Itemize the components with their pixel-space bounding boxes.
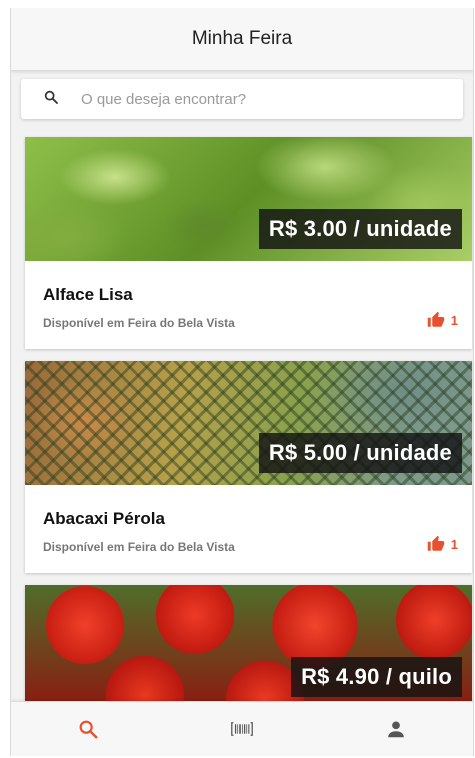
- person-icon: [388, 721, 404, 738]
- price-tag: R$ 3.00 / unidade: [258, 209, 462, 249]
- product-name: Abacaxi Pérola: [43, 509, 165, 528]
- price-tag: R$ 5.00 / unidade: [258, 433, 462, 473]
- price-tag: R$ 4.90 / quilo: [291, 657, 462, 697]
- product-image-tomato: R$ 4.90 / quilo: [25, 585, 472, 709]
- product-availability: Disponível em Feira do Bela Vista: [43, 540, 235, 554]
- search-input[interactable]: [79, 89, 403, 109]
- app-frame: Minha Feira R$ 3.00 / unidade Alface Lis…: [10, 8, 474, 756]
- like-count: 1: [450, 312, 458, 328]
- product-info: Abacaxi Pérola Disponível em Feira do Be…: [25, 485, 472, 573]
- thumbs-up-icon: [427, 535, 445, 551]
- product-card[interactable]: R$ 5.00 / unidade Abacaxi Pérola Disponí…: [25, 361, 472, 573]
- product-list: R$ 3.00 / unidade Alface Lisa Disponível…: [11, 137, 473, 709]
- search-icon: [79, 720, 98, 739]
- search-icon: [43, 89, 59, 110]
- nav-profile-button[interactable]: [366, 709, 426, 749]
- product-image-lettuce: R$ 3.00 / unidade: [25, 137, 472, 261]
- nav-search-button[interactable]: [58, 709, 118, 749]
- product-info: Alface Lisa Disponível em Feira do Bela …: [25, 261, 472, 349]
- product-availability: Disponível em Feira do Bela Vista: [43, 316, 235, 330]
- like-button[interactable]: 1: [427, 535, 458, 553]
- product-card[interactable]: R$ 4.90 / quilo: [25, 585, 472, 709]
- barcode-icon: [231, 722, 253, 736]
- bottom-nav: [11, 701, 473, 756]
- thumbs-up-icon: [427, 311, 445, 327]
- like-count: 1: [450, 536, 458, 552]
- like-button[interactable]: 1: [427, 311, 458, 329]
- nav-barcode-button[interactable]: [212, 709, 272, 749]
- product-name: Alface Lisa: [43, 285, 133, 304]
- search-bar[interactable]: [21, 79, 463, 119]
- app-bar: Minha Feira: [11, 8, 473, 71]
- product-card[interactable]: R$ 3.00 / unidade Alface Lisa Disponível…: [25, 137, 472, 349]
- product-image-pineapple: R$ 5.00 / unidade: [25, 361, 472, 485]
- page-title: Minha Feira: [191, 28, 293, 49]
